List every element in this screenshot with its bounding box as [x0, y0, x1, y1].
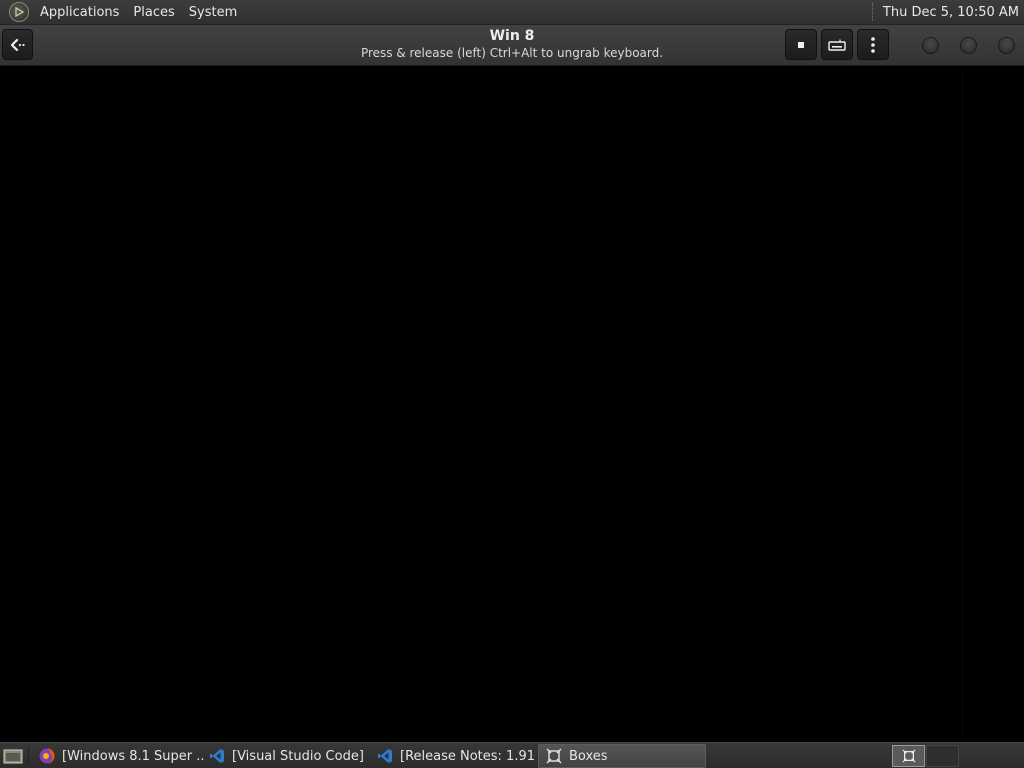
close-window-button[interactable]: [998, 37, 1015, 54]
minimize-window-button[interactable]: [922, 37, 939, 54]
boxes-header-bar: Win 8 Press & release (left) Ctrl+Alt to…: [0, 25, 1024, 66]
clock[interactable]: Thu Dec 5, 10:50 AM: [883, 5, 1024, 20]
show-desktop-button[interactable]: [2, 746, 24, 765]
workspace-1-button[interactable]: [892, 745, 925, 767]
applications-menu[interactable]: Applications: [33, 0, 126, 25]
back-arrow-icon: [10, 38, 25, 51]
taskbar-item-label: Boxes: [569, 748, 608, 764]
places-menu[interactable]: Places: [126, 0, 181, 25]
taskbar-item-release-notes[interactable]: [Release Notes: 1.91...: [370, 744, 536, 768]
back-button[interactable]: [2, 29, 33, 60]
taskbar-item-label: [Visual Studio Code]: [232, 748, 364, 764]
clock-separator: [871, 3, 874, 21]
system-menu[interactable]: System: [182, 0, 244, 25]
stop-button[interactable]: [785, 29, 817, 60]
vertical-ellipsis-icon: [871, 36, 875, 53]
more-options-button[interactable]: [857, 29, 889, 60]
taskbar: [Windows 8.1 Super ... [Visual Studio Co…: [0, 742, 1024, 768]
firefox-icon: [38, 747, 56, 765]
vm-title: Win 8: [489, 28, 535, 44]
maximize-window-button[interactable]: [960, 37, 977, 54]
vscode-icon: [376, 747, 394, 765]
main-menu-logo-icon[interactable]: [9, 2, 29, 22]
header-title-area: Win 8 Press & release (left) Ctrl+Alt to…: [262, 25, 762, 66]
vscode-icon: [208, 747, 226, 765]
workspace-2-button[interactable]: [926, 745, 959, 767]
taskbar-item-vscode[interactable]: [Visual Studio Code]: [202, 744, 364, 768]
top-panel: Applications Places System Thu Dec 5, 10…: [0, 0, 1024, 25]
taskbar-item-label: [Windows 8.1 Super ...: [62, 748, 204, 764]
vm-display[interactable]: [0, 66, 1024, 742]
display-edge: [962, 66, 963, 742]
desktop-icon: [3, 749, 23, 763]
keyboard-icon: [828, 39, 846, 51]
taskbar-separator: [28, 747, 29, 765]
keyboard-button[interactable]: [821, 29, 853, 60]
taskbar-item-label: [Release Notes: 1.91...: [400, 748, 536, 764]
ungrab-hint: Press & release (left) Ctrl+Alt to ungra…: [360, 46, 664, 60]
boxes-icon: [901, 749, 916, 763]
taskbar-item-firefox[interactable]: [Windows 8.1 Super ...: [32, 744, 204, 768]
stop-icon: [798, 41, 804, 48]
boxes-icon: [545, 747, 563, 765]
taskbar-item-boxes[interactable]: Boxes: [538, 744, 706, 768]
